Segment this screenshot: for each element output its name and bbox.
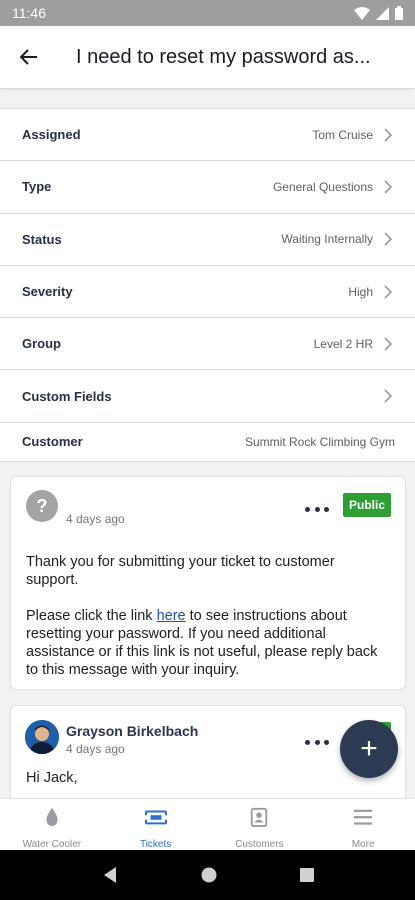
person-photo-icon <box>25 720 59 754</box>
field-value: Level 2 HR <box>313 336 373 351</box>
nav-item-tickets[interactable]: Tickets <box>104 799 208 850</box>
system-home-icon[interactable] <box>200 866 218 884</box>
app-bar: I need to reset my password as... <box>0 26 415 88</box>
page-title: I need to reset my password as... <box>76 45 371 68</box>
message-greeting: Hi Jack, <box>26 770 78 786</box>
chevron-right-icon <box>384 389 393 403</box>
chevron-right-icon <box>384 337 393 351</box>
field-value: Waiting Internally <box>281 232 373 247</box>
message-paragraph: Thank you for submitting your ticket to … <box>26 554 335 588</box>
back-button[interactable] <box>0 26 58 88</box>
field-type[interactable]: Type General Questions <box>0 160 415 212</box>
bottom-navigation: Water Cooler Tickets Customers More <box>0 798 415 850</box>
public-badge: Public <box>342 493 391 517</box>
system-back-icon[interactable] <box>101 866 119 884</box>
field-assigned[interactable]: Assigned Tom Cruise <box>0 108 415 160</box>
message-timestamp: 4 days ago <box>66 742 125 756</box>
battery-icon <box>395 6 403 20</box>
field-label: Severity <box>22 284 73 300</box>
nav-label: Customers <box>235 839 284 850</box>
field-custom-fields[interactable]: Custom Fields <box>0 369 415 421</box>
status-bar: 11:46 <box>0 0 415 26</box>
more-options-button[interactable] <box>305 736 329 748</box>
nav-item-water-cooler[interactable]: Water Cooler <box>0 799 104 850</box>
contact-card-icon <box>251 807 268 827</box>
nav-item-more[interactable]: More <box>311 799 415 850</box>
field-label: Custom Fields <box>22 388 112 404</box>
chevron-right-icon <box>384 232 393 246</box>
field-value: High <box>348 284 373 299</box>
field-label: Type <box>22 179 52 195</box>
menu-icon <box>354 809 373 825</box>
chevron-right-icon <box>384 284 393 299</box>
field-label: Status <box>22 231 62 247</box>
instructions-link[interactable]: here <box>157 608 186 624</box>
chevron-right-icon <box>384 180 393 194</box>
field-label: Customer <box>22 434 83 450</box>
nav-label: Tickets <box>139 839 172 850</box>
nav-label: Water Cooler <box>22 839 82 850</box>
chevron-right-icon <box>384 128 393 142</box>
nav-label: More <box>351 839 375 850</box>
nav-item-customers[interactable]: Customers <box>208 799 312 850</box>
field-group[interactable]: Group Level 2 HR <box>0 317 415 369</box>
header-spacer <box>0 88 415 108</box>
field-label: Group <box>22 336 61 352</box>
field-customer: Customer Summit Rock Climbing Gym <box>0 421 415 462</box>
avatar: ? <box>26 490 58 522</box>
field-severity[interactable]: Severity High <box>0 264 415 317</box>
system-recents-icon[interactable] <box>299 867 315 883</box>
back-arrow-icon <box>20 49 37 65</box>
field-value: Tom Cruise <box>312 127 373 142</box>
wifi-icon <box>354 6 370 20</box>
message-author: Grayson Birkelbach <box>66 723 199 739</box>
water-drop-icon <box>46 807 58 827</box>
message-paragraph: Please click the link here to see instru… <box>26 608 378 678</box>
more-options-button[interactable] <box>305 503 329 515</box>
field-value: Summit Rock Climbing Gym <box>244 434 395 449</box>
avatar <box>25 720 59 754</box>
ticket-fields: Assigned Tom Cruise Type General Questio… <box>0 108 415 462</box>
message-timestamp: 4 days ago <box>66 512 125 526</box>
status-time: 11:46 <box>12 5 46 21</box>
ticket-icon <box>143 810 168 825</box>
field-status[interactable]: Status Waiting Internally <box>0 212 415 265</box>
status-icons <box>354 6 403 20</box>
field-label: Assigned <box>22 127 81 143</box>
system-navigation-bar <box>0 850 415 900</box>
message-body: Thank you for submitting your ticket to … <box>26 553 388 697</box>
signal-icon <box>376 6 389 20</box>
add-reply-button[interactable]: + <box>340 720 398 778</box>
message-card: ? 4 days ago Public Thank you for submit… <box>10 476 406 690</box>
field-value: General Questions <box>272 179 373 194</box>
